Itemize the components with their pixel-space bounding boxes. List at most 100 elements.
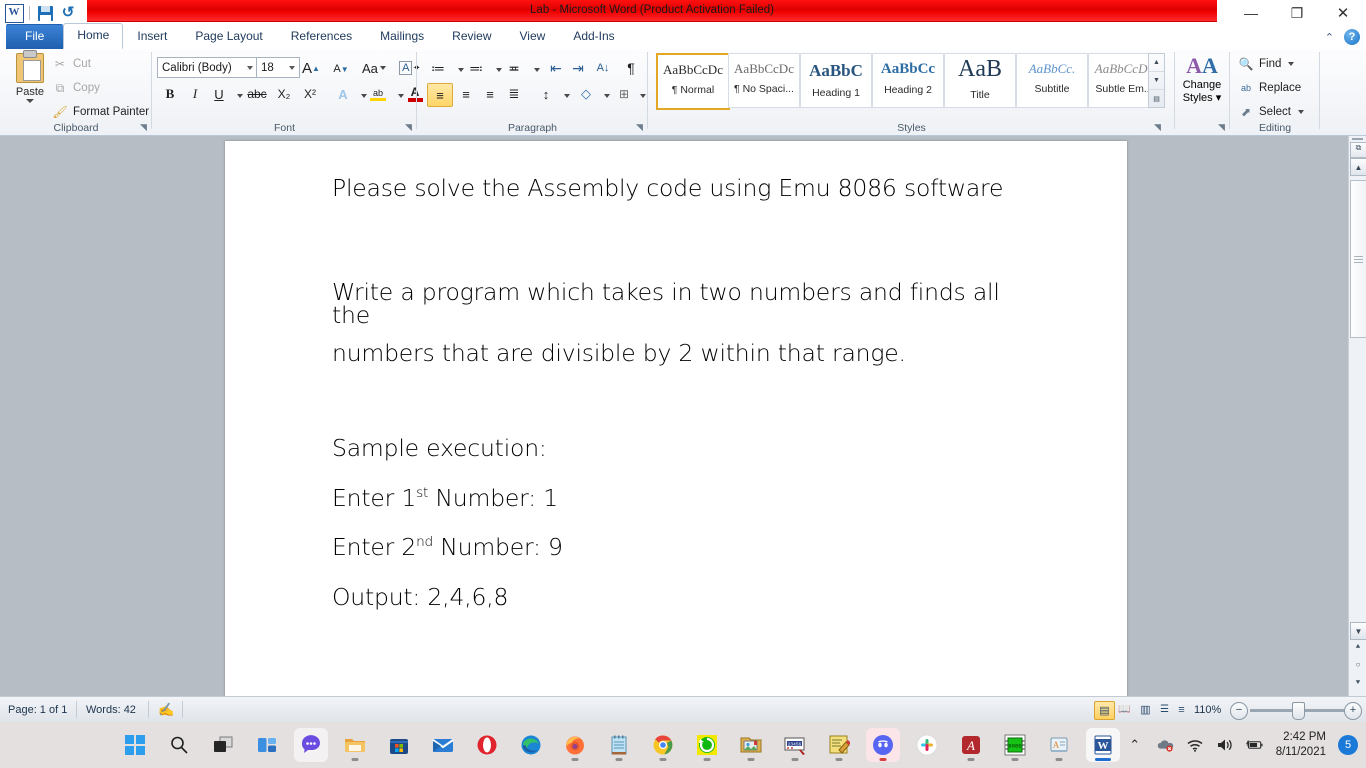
battery-charging-icon[interactable]	[1245, 736, 1264, 754]
taskbar-notepad-button[interactable]	[602, 728, 636, 762]
style-heading-1[interactable]: AaBbC Heading 1	[800, 53, 872, 108]
close-button[interactable]: ✕	[1320, 0, 1366, 26]
taskbar-microsoft-edge-button[interactable]	[514, 728, 548, 762]
align-center-button[interactable]: ≡	[454, 83, 478, 105]
taskbar-mail-button[interactable]	[426, 728, 460, 762]
styles-scroll-up-icon[interactable]: ▲	[1149, 54, 1164, 72]
page-indicator[interactable]: Page: 1 of 1	[8, 702, 67, 718]
text-effects-button[interactable]: A	[332, 83, 354, 105]
onedrive-icon[interactable]	[1156, 736, 1174, 754]
proofing-status-icon[interactable]: ✍	[158, 702, 174, 718]
change-styles-button[interactable]: AA Change Styles ▾	[1176, 53, 1228, 104]
cut-button[interactable]: ✂ Cut	[52, 56, 91, 72]
taskbar-google-chrome-button[interactable]	[646, 728, 680, 762]
strikethrough-button[interactable]: abc	[244, 83, 270, 105]
multilevel-list-button[interactable]: ≖	[503, 57, 525, 79]
tab-add-ins[interactable]: Add-Ins	[559, 24, 628, 49]
grow-font-button[interactable]: A ▲	[300, 57, 322, 79]
taskbar-ticket-app-button[interactable]: 23456	[778, 728, 812, 762]
change-case-button[interactable]: Aa	[362, 57, 386, 79]
paste-button[interactable]: Paste	[8, 50, 52, 103]
font-dialog-launcher[interactable]: ◥	[403, 122, 414, 133]
taskbar-chat-button[interactable]	[294, 728, 328, 762]
font-name-input[interactable]: Calibri (Body)	[157, 57, 258, 78]
style-no-spacing[interactable]: AaBbCcDc ¶ No Spaci...	[728, 53, 800, 108]
previous-page-button[interactable]: ⯅	[1353, 642, 1363, 656]
show-hidden-icons-icon[interactable]: ⌃	[1126, 736, 1144, 754]
view-web-layout[interactable]: ▥	[1136, 701, 1155, 718]
undo-icon[interactable]: ↺	[58, 3, 78, 23]
minimize-button[interactable]: —	[1228, 0, 1274, 26]
wifi-icon[interactable]	[1186, 736, 1204, 754]
format-painter-button[interactable]: 🖌 Format Painter	[52, 104, 149, 120]
paragraph-dialog-launcher[interactable]: ◥	[634, 122, 645, 133]
next-page-button[interactable]: ⯆	[1353, 678, 1363, 692]
tab-page-layout[interactable]: Page Layout	[181, 24, 276, 49]
tab-file[interactable]: File	[6, 24, 64, 49]
volume-icon[interactable]	[1216, 736, 1234, 754]
taskbar-file-explorer-button[interactable]	[338, 728, 372, 762]
taskbar-green-app-button[interactable]	[690, 728, 724, 762]
taskbar-slack-button[interactable]	[910, 728, 944, 762]
taskbar-folder-app-button[interactable]	[734, 728, 768, 762]
save-icon[interactable]	[35, 3, 55, 23]
taskbar-notes-editor-button[interactable]	[822, 728, 856, 762]
tab-references[interactable]: References	[277, 24, 366, 49]
collapse-ribbon-icon[interactable]: ⌃	[1325, 31, 1334, 44]
find-button[interactable]: 🔍 Find	[1238, 56, 1295, 72]
taskbar-discord-button[interactable]	[866, 728, 900, 762]
copy-button[interactable]: ⧉ Copy	[52, 80, 100, 96]
bullets-button[interactable]: ≔	[427, 57, 449, 79]
align-right-button[interactable]: ≡	[478, 83, 502, 105]
tab-insert[interactable]: Insert	[123, 24, 181, 49]
help-icon[interactable]: ?	[1344, 29, 1360, 45]
sort-button[interactable]: A↓	[592, 57, 614, 79]
change-styles-dialog-launcher[interactable]: ◥	[1216, 122, 1227, 133]
font-name-dropdown-icon[interactable]	[247, 65, 253, 70]
multilevel-dropdown-icon[interactable]	[525, 59, 547, 81]
line-spacing-dropdown-icon[interactable]	[555, 85, 577, 107]
view-print-layout[interactable]: ▤	[1094, 701, 1115, 720]
font-size-input[interactable]: 18	[256, 57, 300, 78]
clipboard-dialog-launcher[interactable]: ◥	[138, 122, 149, 133]
align-left-button[interactable]: ≡	[427, 83, 453, 107]
tab-review[interactable]: Review	[438, 24, 505, 49]
taskbar-emu8086-button[interactable]: 8086	[998, 728, 1032, 762]
taskbar-adobe-acrobat-button[interactable]: A	[954, 728, 988, 762]
taskbar-firefox-button[interactable]	[558, 728, 592, 762]
zoom-slider-knob[interactable]	[1292, 702, 1305, 720]
scroll-thumb[interactable]	[1350, 180, 1366, 338]
change-styles-dropdown-icon[interactable]: ▾	[1216, 92, 1222, 104]
tab-home[interactable]: Home	[63, 23, 124, 49]
show-formatting-marks-button[interactable]: ¶	[620, 57, 642, 79]
vertical-scrollbar[interactable]: ⧉ ▲ ▼ ⯅ ○ ⯆	[1348, 136, 1366, 696]
tab-mailings[interactable]: Mailings	[366, 24, 438, 49]
taskbar-start-button[interactable]	[118, 728, 152, 762]
line-spacing-button[interactable]: ↕	[535, 83, 557, 105]
bold-button[interactable]: B	[158, 83, 182, 105]
style-title[interactable]: AaB Title	[944, 53, 1016, 108]
highlight-button[interactable]: ab	[367, 83, 389, 105]
document-page[interactable]: Please solve the Assembly code using Emu…	[225, 141, 1127, 701]
numbering-button[interactable]: ≕	[465, 57, 487, 79]
zoom-level[interactable]: 110%	[1194, 702, 1221, 718]
styles-dialog-launcher[interactable]: ◥	[1152, 122, 1163, 133]
taskbar-reader-app-button[interactable]: A	[1042, 728, 1076, 762]
word-count[interactable]: Words: 42	[86, 702, 136, 718]
shrink-font-button[interactable]: A ▼	[330, 58, 352, 80]
taskbar-opera-button[interactable]	[470, 728, 504, 762]
view-full-screen-reading[interactable]: 📖	[1115, 701, 1134, 718]
italic-button[interactable]: I	[183, 83, 207, 105]
subscript-button[interactable]: X₂	[272, 83, 296, 105]
styles-scroll-down-icon[interactable]: ▼	[1149, 72, 1164, 90]
style-heading-2[interactable]: AaBbCc Heading 2	[872, 53, 944, 108]
replace-button[interactable]: ab Replace	[1238, 80, 1301, 96]
taskbar-widgets-button[interactable]	[250, 728, 284, 762]
view-draft[interactable]: ≡	[1172, 701, 1191, 718]
paste-dropdown-icon[interactable]	[26, 99, 34, 103]
justify-button[interactable]: ≣	[502, 83, 526, 105]
taskbar-microsoft-word-button[interactable]: W	[1086, 728, 1120, 762]
word-app-icon[interactable]: W	[4, 3, 24, 23]
taskbar-task-view-button[interactable]	[206, 728, 240, 762]
style-subtitle[interactable]: AaBbCc. Subtitle	[1016, 53, 1088, 108]
